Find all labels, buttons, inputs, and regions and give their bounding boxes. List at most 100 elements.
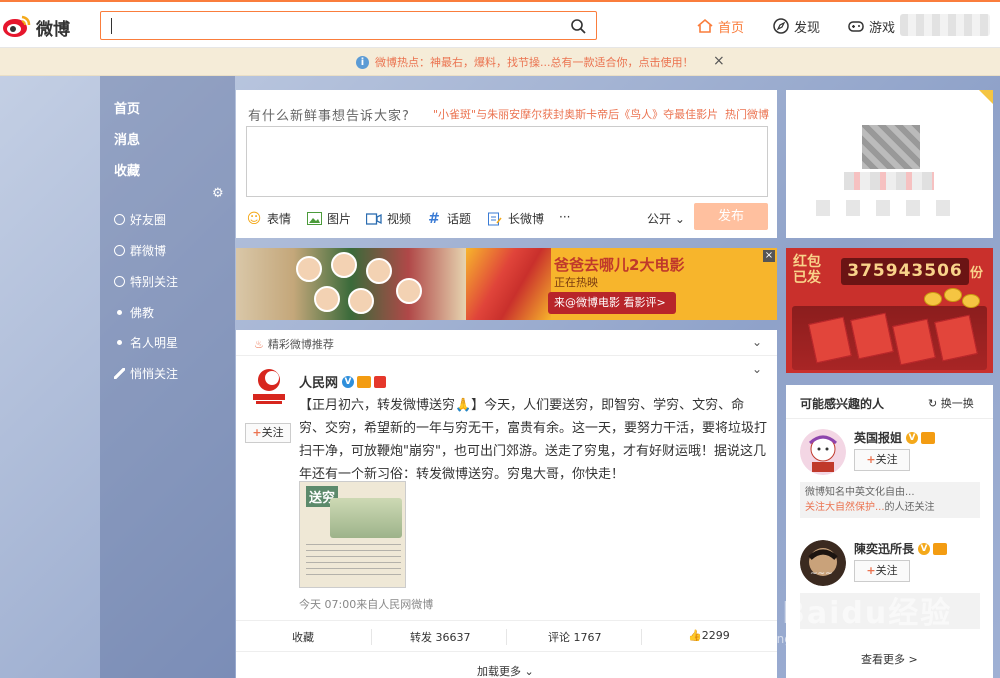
avatar[interactable] bbox=[862, 125, 920, 169]
special-follow-icon bbox=[114, 276, 125, 287]
chevron-down-icon: ⌄ bbox=[524, 665, 534, 678]
nav-discover[interactable]: 发现 bbox=[772, 16, 820, 36]
emoji-button[interactable]: ☺ 表情 bbox=[246, 210, 291, 227]
sidebar-item-label: 名人明星 bbox=[130, 336, 179, 350]
follow-button[interactable]: +关注 bbox=[854, 560, 910, 582]
user-name[interactable]: 英国报姐 V bbox=[854, 429, 936, 446]
post-meta[interactable]: 今天 07:00来自人民网微博 bbox=[299, 596, 433, 612]
sidebar-item-groups[interactable]: 群微博 bbox=[114, 242, 166, 259]
user-desc-line: 关注大自然保护...的人还关注 bbox=[805, 500, 975, 515]
composer-slogan: 有什么新鲜事想告诉大家? bbox=[248, 109, 410, 124]
visibility-select[interactable]: 公开 ⌄ bbox=[647, 210, 685, 227]
sidebar-item-label: 悄悄关注 bbox=[130, 367, 179, 381]
comment-button[interactable]: 评论 1767 bbox=[548, 629, 602, 645]
repost-button[interactable]: 转发 36637 bbox=[410, 629, 471, 645]
banner-cta-button[interactable]: 来@微博电影 看影评> bbox=[548, 292, 676, 314]
leaf-icon bbox=[114, 368, 125, 379]
recommend-label: ♨ 精彩微博推荐 bbox=[254, 336, 334, 352]
hot-tip[interactable]: i 微博热点：神最右，爆料，找节操...总有一款适合你，点击使用！ bbox=[356, 54, 694, 70]
like-count: 2299 bbox=[701, 629, 730, 642]
search-icon[interactable] bbox=[570, 18, 586, 34]
tool-label: 长微博 bbox=[508, 212, 545, 226]
search-input[interactable] bbox=[100, 11, 597, 40]
post-image[interactable]: 送穷 bbox=[299, 481, 406, 588]
banner-photo bbox=[236, 248, 466, 320]
publish-button[interactable]: 发布 bbox=[694, 203, 768, 230]
hot-weibo-link[interactable]: 热门微博 bbox=[725, 106, 769, 122]
avatar[interactable]: ~~~ bbox=[800, 540, 846, 586]
vip-icon bbox=[357, 375, 372, 388]
post-image-text bbox=[306, 544, 401, 580]
weibo-logo[interactable]: 微博 bbox=[2, 12, 82, 40]
favorite-button[interactable]: 收藏 bbox=[292, 629, 314, 645]
chevron-down-icon[interactable]: ⌄ bbox=[752, 362, 762, 376]
verified-icon: V bbox=[906, 431, 919, 444]
long-post-button[interactable]: 长微博 bbox=[487, 210, 544, 227]
like-button[interactable]: 👍2299 bbox=[688, 629, 730, 642]
close-icon[interactable]: × bbox=[763, 250, 775, 262]
sidebar-item-special[interactable]: 特别关注 bbox=[114, 273, 178, 290]
profile-name-blurred bbox=[844, 172, 934, 190]
avatar[interactable] bbox=[800, 429, 846, 475]
verified-icon: V bbox=[918, 542, 931, 555]
vip-icon bbox=[921, 431, 936, 444]
hot-topic-link[interactable]: "小雀斑"与朱丽安摩尔获封奥斯卡帝后《鸟人》夺最佳影片 bbox=[433, 106, 718, 122]
follow-label: 关注 bbox=[261, 426, 284, 439]
chevron-down-icon[interactable]: ⌄ bbox=[752, 335, 762, 349]
divider bbox=[786, 418, 993, 419]
sidebar-item-friends[interactable]: 好友圈 bbox=[114, 211, 166, 228]
user-desc-line: 微博知名中英文化自由... bbox=[805, 487, 915, 498]
red-packet-banner[interactable]: 红包已发 375943506 份 bbox=[786, 248, 993, 373]
close-icon[interactable]: × bbox=[713, 53, 725, 69]
user-desc-highlight[interactable]: 关注大自然保护... bbox=[805, 502, 885, 513]
red-badge-icon bbox=[374, 375, 387, 388]
sidebar-item-messages[interactable]: 消息 bbox=[114, 129, 140, 148]
load-more-button[interactable]: 加载更多 ⌄ bbox=[477, 663, 534, 678]
user-desc-rest: 的人还关注 bbox=[884, 502, 935, 513]
vip-icon bbox=[933, 542, 948, 555]
sidebar-item-label: 群微博 bbox=[130, 244, 167, 258]
follow-button[interactable]: +关注 bbox=[854, 449, 910, 471]
nav-game-label: 游戏 bbox=[869, 20, 896, 36]
left-sidebar: 首页 消息 收藏 ⚙ 好友圈 群微博 特别关注 佛教 名人明星 悄悄关注 bbox=[100, 76, 235, 678]
sidebar-item-secret[interactable]: 悄悄关注 bbox=[114, 365, 178, 382]
bullet-icon bbox=[117, 310, 122, 315]
red-packet-count: 375943506 bbox=[841, 258, 969, 285]
sidebar-item-buddhism[interactable]: 佛教 bbox=[114, 304, 154, 321]
movie-ad-banner[interactable]: 爸爸去哪儿2大电影 正在热映 来@微博电影 看影评> × bbox=[236, 248, 777, 320]
divider bbox=[371, 629, 372, 645]
video-button[interactable]: 视频 bbox=[366, 210, 411, 227]
photo-face bbox=[396, 278, 422, 304]
user-name[interactable]: 陳奕迅所長 V bbox=[854, 540, 948, 557]
user-menu-blurred[interactable] bbox=[900, 14, 990, 36]
sidebar-item-favorites[interactable]: 收藏 bbox=[114, 160, 140, 179]
topic-button[interactable]: # 话题 bbox=[426, 210, 471, 227]
gear-icon[interactable]: ⚙ bbox=[212, 186, 224, 201]
envelope-icon bbox=[934, 314, 978, 362]
video-icon bbox=[366, 211, 382, 227]
hot-tip-bar: i 微博热点：神最右，爆料，找节操...总有一款适合你，点击使用！ × bbox=[0, 48, 1000, 76]
follow-label: 关注 bbox=[875, 564, 898, 577]
refresh-label: 换一换 bbox=[940, 397, 974, 410]
refresh-button[interactable]: ↻ 换一换 bbox=[928, 395, 974, 411]
tool-label: 话题 bbox=[447, 212, 472, 226]
post-textarea[interactable] bbox=[246, 126, 768, 197]
photo-face bbox=[366, 258, 392, 284]
gamepad-icon bbox=[848, 21, 864, 32]
photo-face bbox=[314, 286, 340, 312]
nav-game[interactable]: 游戏 bbox=[847, 16, 895, 36]
avatar[interactable] bbox=[249, 366, 289, 406]
sidebar-item-home[interactable]: 首页 bbox=[114, 98, 140, 117]
sidebar-item-celebrities[interactable]: 名人明星 bbox=[114, 334, 178, 351]
nav-home-label: 首页 bbox=[718, 20, 745, 36]
author-name[interactable]: 人民网 V bbox=[299, 372, 387, 391]
more-tools-button[interactable]: ··· bbox=[559, 210, 570, 224]
photo-face bbox=[296, 256, 322, 282]
image-button[interactable]: 图片 bbox=[306, 210, 351, 227]
tool-label: 表情 bbox=[267, 212, 292, 226]
follow-button[interactable]: +关注 bbox=[245, 423, 291, 443]
top-nav: 微博 首页 发现 游戏 bbox=[0, 0, 1000, 48]
red-packet-unit: 份 bbox=[970, 266, 984, 281]
banner-subtitle: 正在热映 bbox=[554, 276, 598, 289]
nav-home[interactable]: 首页 bbox=[696, 16, 744, 36]
